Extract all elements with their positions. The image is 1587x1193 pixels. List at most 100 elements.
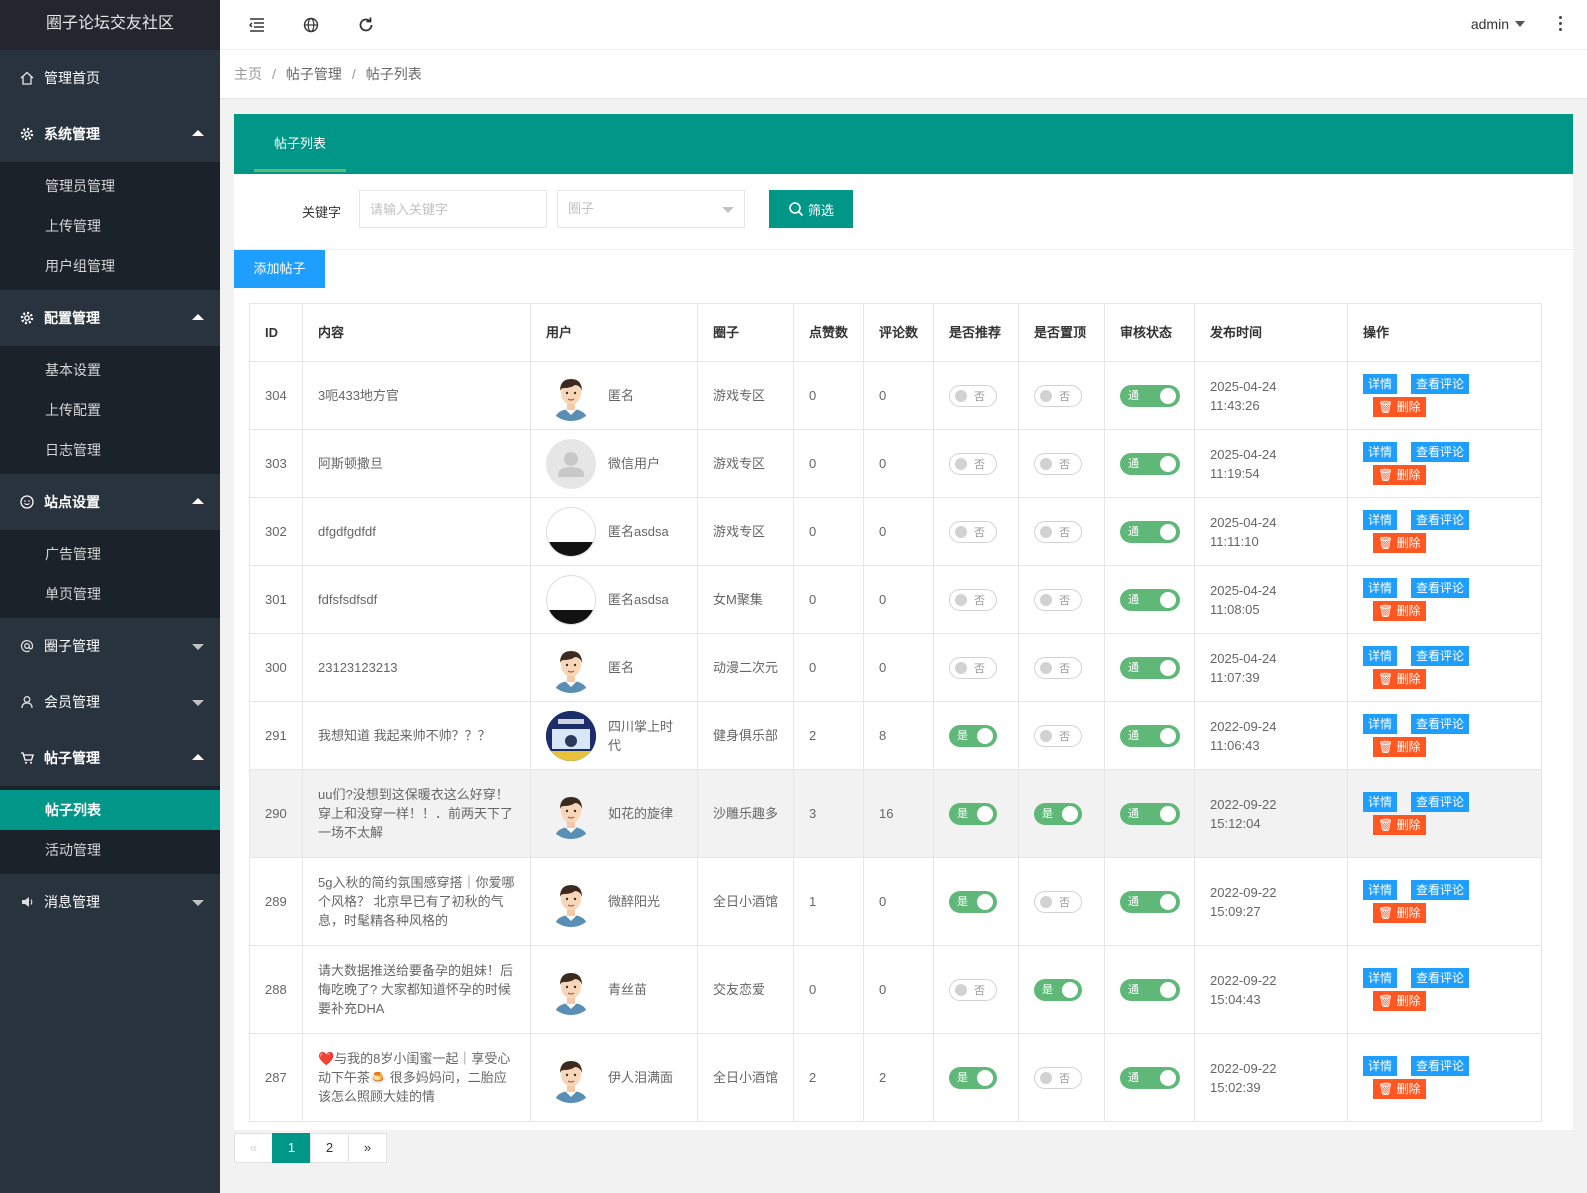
circle-select[interactable]: 圈子	[557, 190, 745, 228]
detail-button[interactable]: 详情	[1363, 374, 1398, 394]
delete-button[interactable]: 🗑 删除	[1373, 991, 1426, 1011]
pagination-prev[interactable]: «	[234, 1133, 273, 1163]
sidebar-subitem[interactable]: 管理员管理	[0, 166, 220, 206]
tab-post-list[interactable]: 帖子列表	[254, 114, 347, 174]
review-status-toggle[interactable]: 通	[1120, 520, 1180, 543]
breadcrumb-home[interactable]: 主页	[234, 66, 262, 82]
detail-button[interactable]: 详情	[1363, 510, 1398, 530]
delete-button[interactable]: 🗑 删除	[1373, 533, 1426, 553]
detail-button[interactable]: 详情	[1363, 968, 1398, 988]
sidebar-group-1[interactable]: 配置管理	[0, 290, 220, 346]
recommend-toggle[interactable]: 是	[949, 724, 997, 747]
detail-button[interactable]: 详情	[1363, 1056, 1398, 1076]
pin-top-toggle[interactable]: 否	[1034, 890, 1082, 913]
delete-button[interactable]: 🗑 删除	[1373, 465, 1426, 485]
delete-button[interactable]: 🗑 删除	[1373, 815, 1426, 835]
app-logo-title[interactable]: 圈子论坛交友社区	[0, 0, 220, 50]
review-status-toggle[interactable]: 通	[1120, 384, 1180, 407]
detail-button[interactable]: 详情	[1363, 880, 1398, 900]
cell-circle: 全日小酒馆	[697, 857, 794, 946]
review-status-toggle[interactable]: 通	[1120, 452, 1180, 475]
view-comments-button[interactable]: 查看评论	[1411, 510, 1470, 530]
collapse-menu-icon[interactable]	[248, 16, 266, 34]
delete-button[interactable]: 🗑 删除	[1373, 669, 1426, 689]
sidebar-group-0[interactable]: 系统管理	[0, 106, 220, 162]
sidebar-subitem[interactable]: 上传配置	[0, 390, 220, 430]
detail-button[interactable]: 详情	[1363, 578, 1398, 598]
pin-top-toggle[interactable]: 是	[1034, 802, 1082, 825]
pin-top-toggle[interactable]: 是	[1034, 978, 1082, 1001]
pin-top-toggle[interactable]: 否	[1034, 1066, 1082, 1089]
detail-button[interactable]: 详情	[1363, 442, 1398, 462]
view-comments-button[interactable]: 查看评论	[1411, 714, 1470, 734]
keyword-input[interactable]	[359, 190, 547, 228]
sidebar-subitem[interactable]: 帖子列表	[0, 790, 220, 830]
pagination-page[interactable]: 1	[272, 1133, 311, 1163]
pagination-next[interactable]: »	[348, 1133, 387, 1163]
delete-button[interactable]: 🗑 删除	[1373, 1079, 1426, 1099]
add-post-button[interactable]: 添加帖子	[234, 250, 325, 288]
sidebar-subitem[interactable]: 广告管理	[0, 534, 220, 574]
recommend-toggle[interactable]: 否	[949, 520, 997, 543]
sidebar-subitem[interactable]: 用户组管理	[0, 246, 220, 286]
sidebar-group-6[interactable]: 消息管理	[0, 874, 220, 930]
pagination-page[interactable]: 2	[310, 1133, 349, 1163]
view-comments-button[interactable]: 查看评论	[1411, 646, 1470, 666]
sidebar-group-3[interactable]: 圈子管理	[0, 618, 220, 674]
recommend-toggle[interactable]: 是	[949, 890, 997, 913]
recommend-toggle[interactable]: 否	[949, 656, 997, 679]
sidebar-subitem[interactable]: 上传管理	[0, 206, 220, 246]
refresh-icon[interactable]	[357, 16, 375, 34]
sidebar-submenu: 管理员管理 上传管理 用户组管理	[0, 162, 220, 290]
pin-top-toggle[interactable]: 否	[1034, 656, 1082, 679]
cell-id: 288	[249, 945, 303, 1034]
more-vertical-icon[interactable]	[1559, 16, 1563, 34]
review-status-toggle[interactable]: 通	[1120, 724, 1180, 747]
detail-button[interactable]: 详情	[1363, 792, 1398, 812]
detail-button[interactable]: 详情	[1363, 714, 1398, 734]
sidebar-group-5[interactable]: 帖子管理	[0, 730, 220, 786]
sidebar-subitem[interactable]: 日志管理	[0, 430, 220, 470]
view-comments-button[interactable]: 查看评论	[1411, 968, 1470, 988]
pin-top-toggle[interactable]: 否	[1034, 452, 1082, 475]
delete-button[interactable]: 🗑 删除	[1373, 397, 1426, 417]
breadcrumb-post-management[interactable]: 帖子管理	[286, 66, 342, 82]
user-name: 匿名asdsa	[608, 524, 669, 539]
row-actions: 详情 查看评论 🗑 删除	[1363, 792, 1483, 835]
review-status-toggle[interactable]: 通	[1120, 588, 1180, 611]
pin-top-toggle[interactable]: 否	[1034, 588, 1082, 611]
review-status-toggle[interactable]: 通	[1120, 802, 1180, 825]
recommend-toggle[interactable]: 否	[949, 384, 997, 407]
sidebar-subitem[interactable]: 活动管理	[0, 830, 220, 870]
globe-icon[interactable]	[302, 16, 320, 34]
review-status-toggle[interactable]: 通	[1120, 978, 1180, 1001]
view-comments-button[interactable]: 查看评论	[1411, 1056, 1470, 1076]
filter-button[interactable]: 筛选	[769, 190, 853, 228]
delete-button[interactable]: 🗑 删除	[1373, 737, 1426, 757]
detail-button[interactable]: 详情	[1363, 646, 1398, 666]
recommend-toggle[interactable]: 否	[949, 978, 997, 1001]
recommend-toggle[interactable]: 否	[949, 588, 997, 611]
delete-button[interactable]: 🗑 删除	[1373, 601, 1426, 621]
delete-button[interactable]: 🗑 删除	[1373, 903, 1426, 923]
sidebar-subitem[interactable]: 单页管理	[0, 574, 220, 614]
recommend-toggle[interactable]: 是	[949, 802, 997, 825]
pin-top-toggle[interactable]: 否	[1034, 724, 1082, 747]
sidebar-group-2[interactable]: 站点设置	[0, 474, 220, 530]
view-comments-button[interactable]: 查看评论	[1411, 374, 1470, 394]
sidebar-subitem[interactable]: 基本设置	[0, 350, 220, 390]
view-comments-button[interactable]: 查看评论	[1411, 442, 1470, 462]
sidebar-item-home[interactable]: 管理首页	[0, 50, 220, 106]
pin-top-toggle[interactable]: 否	[1034, 384, 1082, 407]
review-status-toggle[interactable]: 通	[1120, 1066, 1180, 1089]
sidebar-group-4[interactable]: 会员管理	[0, 674, 220, 730]
review-status-toggle[interactable]: 通	[1120, 656, 1180, 679]
review-status-toggle[interactable]: 通	[1120, 890, 1180, 913]
view-comments-button[interactable]: 查看评论	[1411, 578, 1470, 598]
recommend-toggle[interactable]: 是	[949, 1066, 997, 1089]
view-comments-button[interactable]: 查看评论	[1411, 792, 1470, 812]
recommend-toggle[interactable]: 否	[949, 452, 997, 475]
admin-user-menu[interactable]: admin	[1471, 16, 1525, 32]
view-comments-button[interactable]: 查看评论	[1411, 880, 1470, 900]
pin-top-toggle[interactable]: 否	[1034, 520, 1082, 543]
